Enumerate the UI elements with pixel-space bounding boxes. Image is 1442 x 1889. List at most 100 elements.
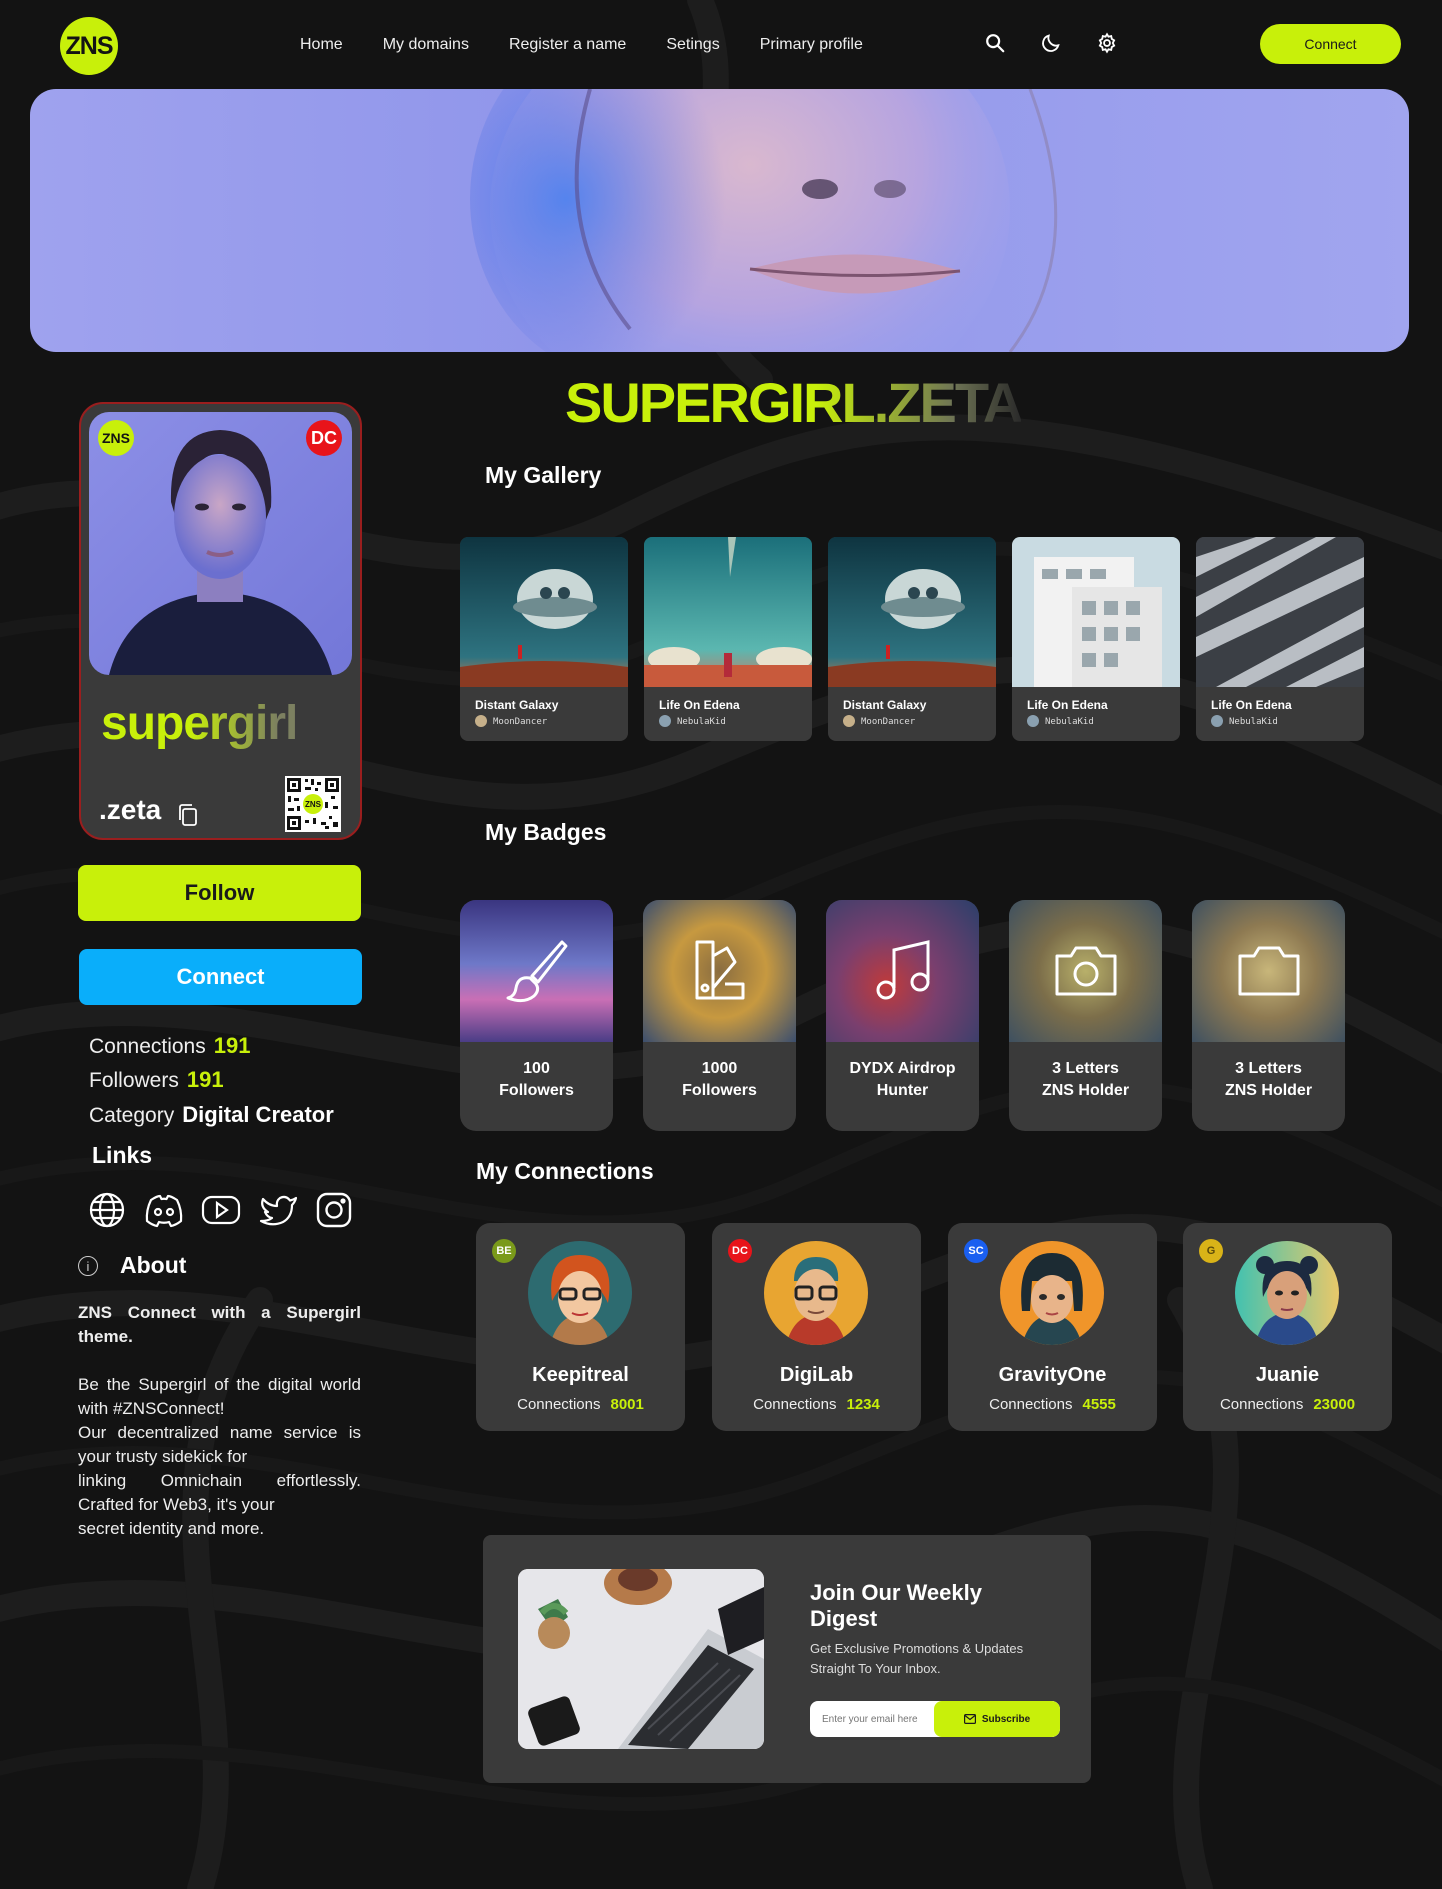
gallery-card[interactable]: Life On Edena NebulaKid [644,537,812,741]
gallery-card[interactable]: Distant Galaxy MoonDancer [460,537,628,741]
connection-badge: DC [728,1239,752,1263]
mail-icon [963,1714,976,1724]
badge-label: 3 Letters ZNS Holder [1009,1058,1162,1102]
connection-count-label: Connections [989,1396,1073,1413]
connection-card[interactable]: SC GravityOne Connections 4555 [948,1223,1157,1431]
gallery-title: Distant Galaxy [475,698,559,712]
badge-card[interactable]: 3 Letters ZNS Holder [1009,900,1162,1131]
badge-card[interactable]: 3 Letters ZNS Holder [1192,900,1345,1131]
dc-badge: DC [306,420,342,456]
connections-label: Connections [89,1035,206,1058]
twitter-icon[interactable] [258,1190,298,1230]
gallery-title: Distant Galaxy [843,698,927,712]
author-avatar [1027,715,1039,727]
badge-line1: 3 Letters [1052,1060,1119,1077]
main-nav: Home My domains Register a name Setings … [300,36,863,54]
header-connect-button[interactable]: Connect [1260,24,1401,64]
connection-count: Connections 4555 [948,1396,1157,1413]
gallery-card[interactable]: Life On Edena NebulaKid [1196,537,1364,741]
about-tagline: ZNS Connect with a Supergirl theme. [78,1303,361,1346]
connect-button[interactable]: Connect [79,949,362,1005]
brush-icon [460,900,613,1042]
nav-register-name[interactable]: Register a name [509,36,626,54]
connection-count: Connections 8001 [476,1396,685,1413]
gallery-author: NebulaKid [677,717,726,727]
connection-count-value: 4555 [1082,1396,1116,1413]
connection-badge: BE [492,1239,516,1263]
gallery-title: Life On Edena [1027,698,1108,712]
avatar [764,1241,868,1345]
qr-code-icon[interactable]: ZNS [285,776,341,837]
info-icon: i [78,1256,98,1276]
author-avatar [843,715,855,727]
category-stat: Category Digital Creator [89,1102,334,1128]
badge-label: 100 Followers [460,1058,613,1102]
zns-logo[interactable]: ZNS [60,17,118,75]
gallery-author: NebulaKid [1229,717,1278,727]
badge-line1: 100 [523,1060,550,1077]
connection-card[interactable]: DC DigiLab Connections 1234 [712,1223,921,1431]
connections-stat: Connections 191 [89,1033,250,1059]
connection-count-label: Connections [753,1396,837,1413]
instagram-icon[interactable] [314,1190,354,1230]
newsletter-card: Join Our Weekly Digest Get Exclusive Pro… [483,1535,1091,1783]
author-avatar [659,715,671,727]
nav-home[interactable]: Home [300,36,343,54]
badge-card[interactable]: 100 Followers [460,900,613,1131]
search-icon[interactable] [982,30,1008,56]
links-heading: Links [92,1142,153,1168]
author-avatar [1211,715,1223,727]
about-line-1: Be the Supergirl of the digital world wi… [78,1375,361,1418]
email-input[interactable] [810,1701,940,1737]
follow-button[interactable]: Follow [78,865,361,921]
domain-title: SUPERGIRL.ZETA [565,371,1023,434]
nav-settings[interactable]: Setings [666,36,719,54]
newsletter-form: Subscribe [810,1701,1060,1737]
gallery-image [644,537,812,687]
youtube-icon[interactable] [200,1190,241,1230]
gallery-card[interactable]: Distant Galaxy MoonDancer [828,537,996,741]
newsletter-subtitle: Get Exclusive Promotions & Updates Strai… [810,1641,1024,1676]
badge-line1: DYDX Airdrop [849,1060,956,1077]
discord-icon[interactable] [143,1190,183,1230]
newsletter-image [518,1569,764,1749]
badge-line2: Followers [682,1082,757,1099]
connection-count-value: 8001 [610,1396,644,1413]
connection-name: Keepitreal [532,1364,629,1386]
subscribe-button[interactable]: Subscribe [934,1701,1060,1737]
nav-my-domains[interactable]: My domains [383,36,469,54]
connection-name: DigiLab [779,1364,854,1386]
followers-value: 191 [186,1067,224,1092]
globe-icon[interactable] [87,1190,127,1230]
gallery-card[interactable]: Life On Edena NebulaKid [1012,537,1180,741]
copy-icon[interactable] [177,803,199,832]
profile-name: supergirl [101,697,298,750]
badge-label: 3 Letters ZNS Holder [1192,1058,1345,1102]
about-line-2: Our decentralized name service is your t… [78,1423,361,1466]
profile-card: ZNS DC supergirl .zeta ZNS [79,402,362,840]
connection-card[interactable]: G Juanie Connections 23000 [1183,1223,1392,1431]
badge-line2: ZNS Holder [1224,1082,1313,1099]
avatar [528,1241,632,1345]
newsletter-title: Join Our Weekly Digest [810,1580,982,1631]
badge-line1: 1000 [701,1060,738,1077]
connection-card[interactable]: BE Keepitreal Connections 8001 [476,1223,685,1431]
avatar [1235,1241,1339,1345]
badge-card[interactable]: DYDX Airdrop Hunter [826,900,979,1131]
connections-value: 191 [213,1033,251,1058]
avatar [1000,1241,1104,1345]
moon-icon[interactable] [1038,30,1064,56]
connections-heading: My Connections [476,1158,654,1184]
connection-count-label: Connections [1219,1396,1304,1413]
badge-card[interactable]: 1000 Followers [643,900,796,1131]
svg-text:ZNS: ZNS [305,800,322,809]
profile-banner [30,89,1409,352]
gallery-author: NebulaKid [1045,717,1094,727]
gallery-image [1012,537,1180,687]
gallery-author: MoonDancer [861,717,916,727]
gallery-image [460,537,628,687]
profile-suffix: .zeta [99,794,162,825]
gear-icon[interactable] [1094,30,1120,56]
music-icon [826,900,979,1042]
nav-primary-profile[interactable]: Primary profile [760,36,863,54]
